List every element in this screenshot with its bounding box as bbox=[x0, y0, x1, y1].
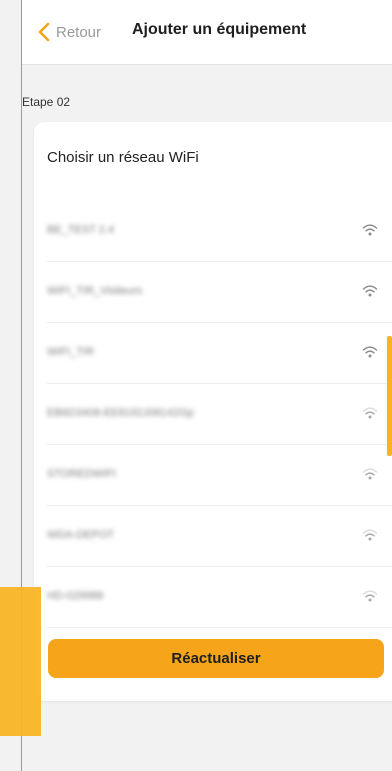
wifi-icon bbox=[362, 529, 378, 541]
network-item[interactable]: WIFI_TIR_Visiteurs bbox=[34, 262, 392, 323]
highlight-overlay bbox=[0, 587, 41, 736]
wifi-card: Choisir un réseau WiFi BE_TEST 2.4 WIFI_… bbox=[34, 122, 392, 701]
wifi-icon bbox=[362, 468, 378, 480]
wifi-icon bbox=[362, 285, 378, 297]
back-label: Retour bbox=[56, 23, 102, 41]
card-title: Choisir un réseau WiFi bbox=[47, 149, 199, 166]
network-item[interactable]: BE_TEST 2.4 bbox=[34, 201, 392, 262]
wifi-icon bbox=[362, 590, 378, 602]
network-item[interactable]: WIFI_TIR bbox=[34, 323, 392, 384]
wifi-icon bbox=[362, 224, 378, 236]
network-ssid: WIFI_TIR_Visiteurs bbox=[47, 285, 143, 297]
network-item[interactable]: WDA-DEPOT bbox=[34, 506, 392, 567]
chevron-left-icon bbox=[38, 22, 50, 42]
network-ssid: BE_TEST 2.4 bbox=[47, 224, 115, 236]
wifi-icon bbox=[362, 346, 378, 358]
divider bbox=[47, 627, 392, 628]
step-label: Etape 02 bbox=[22, 95, 71, 109]
network-item[interactable]: HD-029988 bbox=[34, 567, 392, 628]
network-item[interactable]: STOREDWIFI bbox=[34, 445, 392, 506]
network-ssid: WIFI_TIR bbox=[47, 346, 95, 358]
wifi-icon bbox=[362, 407, 378, 419]
page-title: Ajouter un équipement bbox=[132, 21, 307, 38]
network-ssid: STOREDWIFI bbox=[47, 468, 116, 480]
refresh-button[interactable]: Réactualiser bbox=[48, 639, 384, 678]
network-item[interactable]: EB6D3408-EE8192J08142Gp bbox=[34, 384, 392, 445]
header-bar: Retour Ajouter un équipement bbox=[22, 0, 392, 65]
scroll-indicator[interactable] bbox=[387, 336, 392, 456]
back-button[interactable]: Retour bbox=[36, 21, 101, 43]
network-ssid: EB6D3408-EE8192J08142Gp bbox=[47, 407, 194, 419]
network-ssid: HD-029988 bbox=[47, 590, 104, 602]
network-ssid: WDA-DEPOT bbox=[47, 529, 115, 541]
